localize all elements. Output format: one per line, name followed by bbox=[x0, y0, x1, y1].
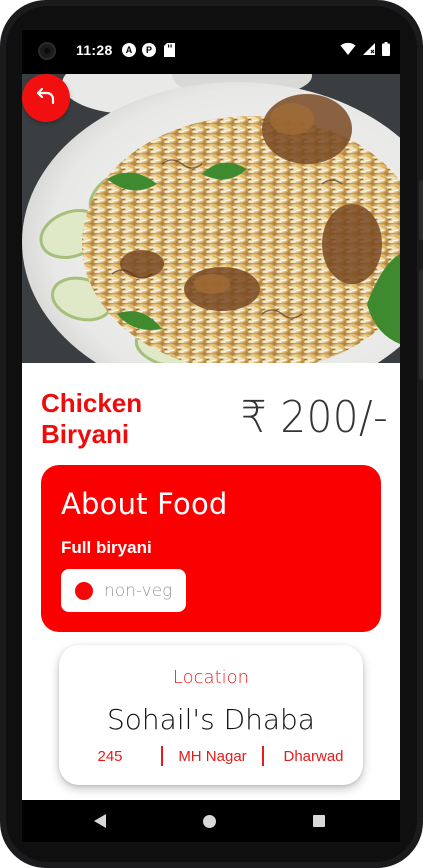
location-card: Location Sohail's Dhaba 245 MH Nagar Dha… bbox=[59, 645, 363, 785]
address-city: Dharwad bbox=[283, 747, 344, 765]
about-food-card: About Food Full biryani non-veg bbox=[41, 465, 381, 632]
volume-button bbox=[419, 270, 423, 380]
navigation-bar bbox=[22, 800, 400, 842]
nav-back-icon[interactable] bbox=[94, 814, 106, 828]
phone-frame: 11:28 A P Chicken Biryani ₹ 200/- About … bbox=[0, 0, 423, 868]
address-number: 245 bbox=[97, 747, 123, 765]
status-right bbox=[340, 42, 390, 61]
signal-icon bbox=[362, 42, 376, 61]
location-label: Location bbox=[172, 667, 250, 688]
food-type-label: non-veg bbox=[104, 580, 173, 601]
food-price: ₹ 200/- bbox=[240, 392, 388, 443]
status-bar: 11:28 A P bbox=[22, 30, 400, 74]
back-arrow-icon bbox=[36, 87, 56, 110]
food-type-chip: non-veg bbox=[61, 569, 186, 612]
sd-card-icon bbox=[164, 43, 175, 57]
non-veg-dot-icon bbox=[75, 581, 93, 600]
restaurant-name: Sohail's Dhaba bbox=[107, 703, 315, 736]
battery-icon bbox=[382, 42, 390, 61]
food-description: Full biryani bbox=[61, 538, 152, 557]
p-icon: P bbox=[142, 43, 156, 57]
wifi-icon bbox=[340, 42, 356, 61]
food-image bbox=[22, 74, 400, 363]
nav-home-icon[interactable] bbox=[203, 815, 216, 828]
screen: 11:28 A P Chicken Biryani ₹ 200/- About … bbox=[22, 30, 400, 842]
address-area: MH Nagar bbox=[178, 747, 247, 765]
power-button bbox=[419, 180, 423, 240]
front-camera bbox=[38, 42, 56, 60]
food-detail-page: Chicken Biryani ₹ 200/- About Food Full … bbox=[22, 74, 400, 800]
nav-recents-icon[interactable] bbox=[313, 815, 325, 827]
food-name: Chicken Biryani bbox=[41, 388, 143, 449]
address-row: 245 MH Nagar Dharwad bbox=[59, 746, 363, 766]
a-icon: A bbox=[122, 43, 136, 57]
status-time: 11:28 bbox=[76, 42, 113, 58]
about-title: About Food bbox=[61, 487, 228, 521]
back-button[interactable] bbox=[22, 74, 70, 122]
